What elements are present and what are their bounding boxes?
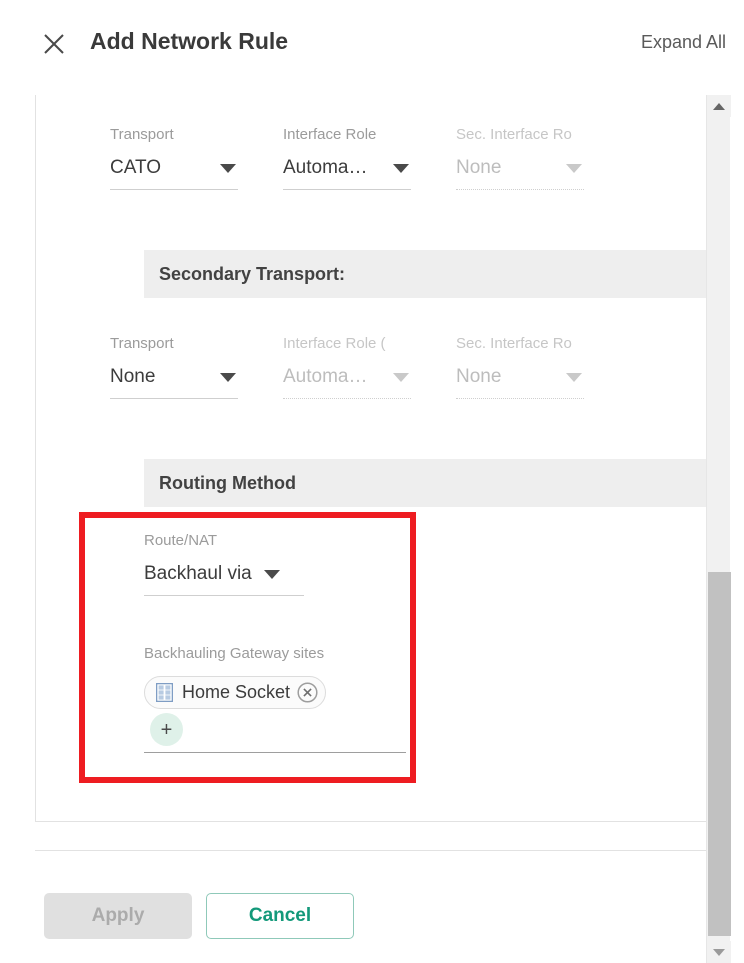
interface-role-primary-select[interactable]: Automa…	[283, 156, 411, 190]
list-item-label: Home Socket	[182, 682, 291, 702]
remove-circle-icon[interactable]	[297, 682, 318, 703]
field-label: Sec. Interface Ro	[456, 335, 572, 352]
rule-form-scroll-content: Transport CATO Interface Role Automa… Se…	[36, 95, 710, 821]
scroll-up-arrow-icon[interactable]	[707, 95, 731, 117]
apply-button[interactable]: Apply	[44, 893, 192, 939]
cancel-button[interactable]: Cancel	[206, 893, 354, 939]
field-backhauling-gateway-sites: Backhauling Gateway sites Home Socket +	[144, 644, 406, 753]
rule-form-card: Transport CATO Interface Role Automa… Se…	[35, 95, 711, 822]
vertical-scrollbar[interactable]	[706, 95, 731, 963]
close-icon-glyph	[44, 34, 64, 54]
field-value: None	[456, 366, 502, 387]
socket-grid-icon	[156, 683, 173, 702]
field-route-nat: Route/NAT Backhaul via	[144, 531, 304, 596]
field-label: Route/NAT	[144, 532, 218, 549]
chevron-down-icon[interactable]	[220, 373, 236, 382]
scrollbar-thumb[interactable]	[708, 572, 731, 936]
sec-interface-role-primary-select: None	[456, 156, 584, 190]
field-transport-primary: Transport CATO	[110, 125, 283, 190]
field-label: Sec. Interface Ro	[456, 126, 572, 143]
field-interface-role-secondary: Interface Role ( Automa…	[283, 334, 456, 399]
dialog-header: Add Network Rule Expand All	[0, 0, 744, 88]
chevron-down-icon[interactable]	[263, 570, 280, 579]
field-sec-interface-role-secondary: Sec. Interface Ro None	[456, 334, 629, 399]
transport-secondary-select[interactable]: None	[110, 365, 238, 399]
dialog-footer: Apply Cancel	[0, 851, 744, 963]
sec-interface-role-secondary-select: None	[456, 365, 584, 399]
close-icon[interactable]	[40, 30, 68, 58]
add-network-rule-dialog: Add Network Rule Expand All Transport CA…	[0, 0, 744, 963]
chevron-down-icon	[566, 164, 582, 173]
scroll-up-arrow-glyph	[713, 102, 725, 110]
field-value: CATO	[110, 157, 162, 178]
field-label: Backhauling Gateway sites	[144, 645, 325, 662]
page-title: Add Network Rule	[90, 28, 289, 54]
field-transport-secondary: Transport None	[110, 334, 283, 399]
primary-transport-field-row: Transport CATO Interface Role Automa… Se…	[36, 125, 710, 190]
list-item[interactable]: Home Socket	[144, 676, 327, 709]
chevron-down-icon[interactable]	[220, 164, 236, 173]
scroll-down-arrow-glyph	[713, 948, 725, 956]
field-value: Automa…	[283, 157, 368, 178]
field-label: Interface Role (	[283, 335, 386, 352]
field-label: Transport	[110, 335, 174, 352]
chevron-down-icon	[566, 373, 582, 382]
field-value: Automa…	[283, 366, 368, 387]
expand-all-link[interactable]: Expand All	[641, 32, 726, 53]
transport-primary-select[interactable]: CATO	[110, 156, 238, 190]
section-header-routing-method: Routing Method	[144, 459, 710, 507]
field-label: Interface Role	[283, 126, 377, 143]
secondary-transport-field-row: Transport None Interface Role ( Automa… …	[36, 334, 710, 399]
route-nat-select[interactable]: Backhaul via	[144, 562, 304, 596]
scroll-down-arrow-icon[interactable]	[707, 941, 731, 963]
field-value: None	[456, 157, 502, 178]
section-header-secondary-transport: Secondary Transport:	[144, 250, 710, 298]
add-gateway-site-button[interactable]: +	[150, 713, 183, 746]
field-value: Backhaul via	[144, 563, 252, 584]
field-interface-role-primary: Interface Role Automa…	[283, 125, 456, 190]
chevron-down-icon[interactable]	[393, 164, 409, 173]
chevron-down-icon	[393, 373, 409, 382]
field-label: Transport	[110, 126, 174, 143]
interface-role-secondary-select: Automa…	[283, 365, 411, 399]
gateway-sites-token-area[interactable]: Home Socket +	[144, 676, 406, 753]
field-value: None	[110, 366, 156, 387]
field-sec-interface-role-primary: Sec. Interface Ro None	[456, 125, 629, 190]
